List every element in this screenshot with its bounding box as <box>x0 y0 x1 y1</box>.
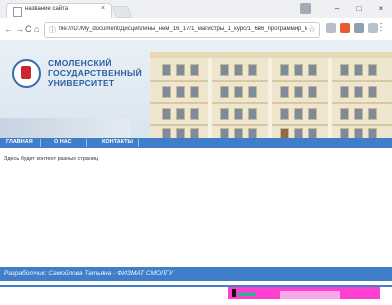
render-artifact <box>238 293 256 296</box>
reload-icon[interactable]: C <box>25 24 32 34</box>
university-name-line2: ГОСУДАРСТВЕННЫЙ <box>48 68 142 78</box>
footer-credit: Разработчик: Самойлова Татьяна - ФИЗМАТ … <box>4 270 173 277</box>
address-url[interactable]: file:///D:/My_document/Дисциплины_нем_16… <box>59 26 307 32</box>
nav-item-home[interactable]: ГЛАВНАЯ <box>6 139 33 145</box>
browser-toolbar: ← → C ⌂ ⓘ file:///D:/My_document/Дисципл… <box>0 18 392 41</box>
extension-icon[interactable] <box>354 23 364 33</box>
nav-divider <box>138 139 139 147</box>
minimize-button[interactable]: – <box>326 0 348 18</box>
university-name-line1: СМОЛЕНСКИЙ <box>48 58 112 68</box>
info-icon[interactable]: ⓘ <box>49 25 56 35</box>
profile-icon[interactable] <box>300 3 311 14</box>
back-icon[interactable]: ← <box>4 24 13 34</box>
close-tab-icon[interactable]: × <box>101 5 105 12</box>
university-building-image <box>150 52 392 138</box>
main-content: Здесь будет контент разных страниц <box>0 148 392 267</box>
tab-title: название сайта <box>25 6 69 12</box>
extension-icon[interactable] <box>340 23 350 33</box>
render-artifact <box>232 289 236 297</box>
render-artifact <box>280 291 340 299</box>
home-icon[interactable]: ⌂ <box>34 24 39 34</box>
window-controls: – □ × <box>300 0 392 18</box>
nav-item-about[interactable]: О НАС <box>54 139 72 145</box>
nav-item-contacts[interactable]: КОНТАКТЫ <box>102 139 133 145</box>
forward-icon[interactable]: → <box>15 24 24 34</box>
address-bar[interactable]: ⓘ file:///D:/My_document/Дисциплины_нем_… <box>44 22 320 38</box>
site-nav: ГЛАВНАЯ О НАС КОНТАКТЫ <box>0 138 392 148</box>
bookmark-star-icon[interactable]: ☆ <box>308 24 316 35</box>
close-window-button[interactable]: × <box>370 0 392 18</box>
university-logo-icon[interactable] <box>12 59 41 88</box>
page-icon <box>13 7 22 17</box>
bottom-artifact-area <box>0 281 392 305</box>
browser-tab[interactable]: название сайта × <box>6 3 112 19</box>
content-placeholder-text: Здесь будет контент разных страниц <box>4 156 99 162</box>
site-footer: Разработчик: Самойлова Татьяна - ФИЗМАТ … <box>0 267 392 281</box>
menu-icon[interactable]: ⋮ <box>376 22 386 33</box>
nav-divider <box>86 139 87 147</box>
maximize-button[interactable]: □ <box>348 0 370 18</box>
university-name-line3: УНИВЕРСИТЕТ <box>48 78 115 88</box>
browser-titlebar: название сайта × – □ × <box>0 0 392 19</box>
new-tab-button[interactable] <box>111 6 133 18</box>
header-banner: СМОЛЕНСКИЙ ГОСУДАРСТВЕННЫЙ УНИВЕРСИТЕТ <box>0 40 392 138</box>
nav-divider <box>40 139 41 147</box>
banner-trees <box>0 118 130 138</box>
extension-icon[interactable] <box>326 23 336 33</box>
